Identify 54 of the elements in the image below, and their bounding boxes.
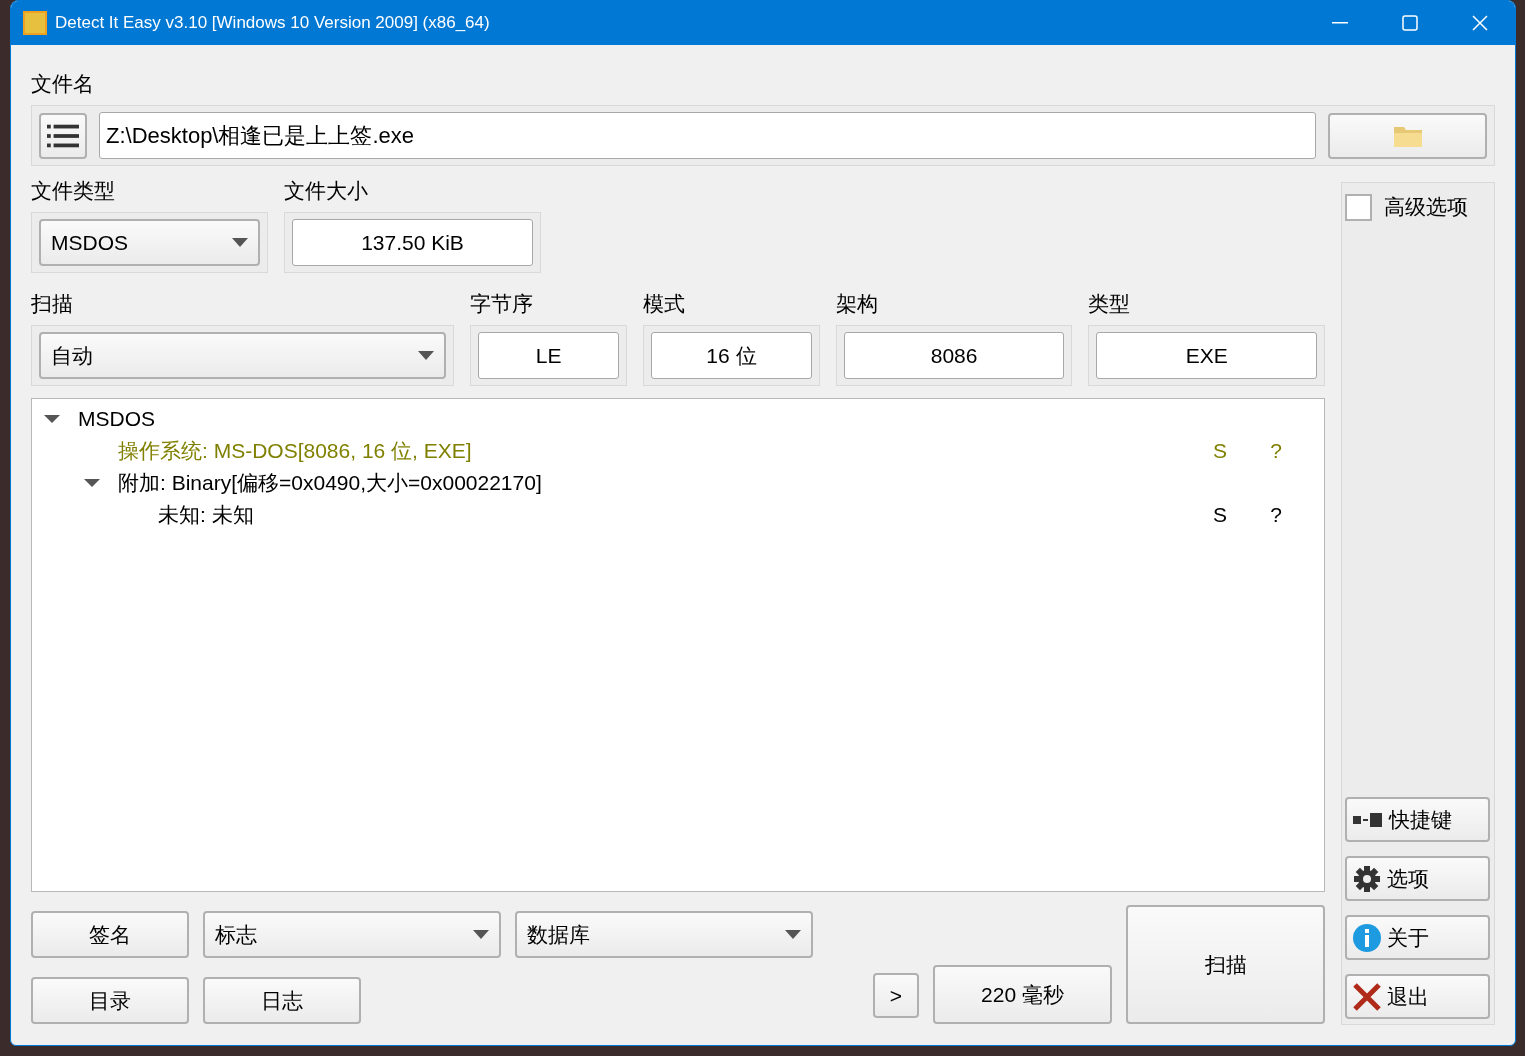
options-button[interactable]: 选项: [1345, 856, 1490, 901]
field-label: 模式: [643, 291, 687, 317]
field-label: 文件名: [31, 71, 95, 97]
caret-icon: [785, 930, 801, 939]
scan-mode-dropdown[interactable]: 自动: [39, 332, 447, 379]
tree-item-text[interactable]: 附加: Binary[偏移=0x0490,大小=0x00022170]: [118, 471, 542, 494]
exit-button[interactable]: 退出: [1345, 974, 1490, 1019]
info-field: 16 位: [651, 332, 812, 379]
log-button[interactable]: 日志: [203, 977, 361, 1024]
field-label: 架构: [835, 291, 879, 317]
database-dropdown[interactable]: 数据库: [515, 911, 813, 958]
open-file-button[interactable]: [1328, 112, 1487, 159]
checkbox[interactable]: [1345, 193, 1372, 221]
tree-item-text[interactable]: MSDOS: [78, 407, 155, 430]
flags-dropdown[interactable]: 标志: [203, 911, 501, 958]
field-label: 扫描: [31, 291, 74, 317]
info-field: EXE: [1096, 332, 1317, 379]
exit-x-icon: [1353, 982, 1381, 1011]
maximize-icon: [1402, 15, 1418, 31]
file-type-dropdown[interactable]: MSDOS: [39, 219, 260, 266]
file-path-field[interactable]: Z:\Desktop\相逢已是上上签.exe: [99, 112, 1316, 159]
tree-item-status: ?: [1269, 439, 1283, 463]
field-label: 字节序: [470, 291, 535, 317]
shortcuts-button[interactable]: 快捷键: [1345, 797, 1490, 842]
signature-button[interactable]: 签名: [31, 911, 189, 958]
field-label: 类型: [1088, 291, 1132, 317]
checkbox-label: 高级选项: [1384, 194, 1468, 220]
list-icon: [47, 122, 79, 149]
elapsed-time-button[interactable]: 220 毫秒: [933, 965, 1112, 1024]
info-field: LE: [478, 332, 620, 379]
field-label: 文件类型: [31, 178, 116, 204]
tree-item-text[interactable]: 操作系统: MS-DOS[8086, 16 位, EXE]: [118, 439, 472, 462]
gear-icon: [1353, 864, 1381, 893]
info-icon: [1353, 923, 1381, 952]
list-menu-button[interactable]: [39, 112, 87, 159]
caret-icon: [232, 238, 248, 247]
field-label: 文件大小: [284, 178, 369, 204]
scan-button[interactable]: 扫描: [1126, 905, 1325, 1024]
caret-icon: [418, 351, 435, 360]
caret-icon: [473, 930, 489, 939]
minimize-icon: [1332, 22, 1348, 24]
tree-item-status: ?: [1269, 503, 1283, 527]
window-title: Detect It Easy v3.10 [Windows 10 Version 2009] (x86_64): [55, 13, 491, 33]
directory-button[interactable]: 目录: [31, 977, 189, 1024]
info-field: 8086: [843, 332, 1065, 379]
key-blocks-icon: [1353, 812, 1383, 827]
more-button[interactable]: >: [873, 973, 919, 1018]
tree-item-text[interactable]: 未知: 未知: [158, 503, 254, 526]
tree-item-status: S: [1212, 439, 1228, 463]
about-button[interactable]: 关于: [1345, 915, 1490, 960]
app-logo-icon: [23, 11, 47, 35]
close-icon: [1472, 15, 1488, 31]
tree-item-status: S: [1212, 503, 1228, 527]
file-size-field: 137.50 KiB: [292, 219, 533, 266]
